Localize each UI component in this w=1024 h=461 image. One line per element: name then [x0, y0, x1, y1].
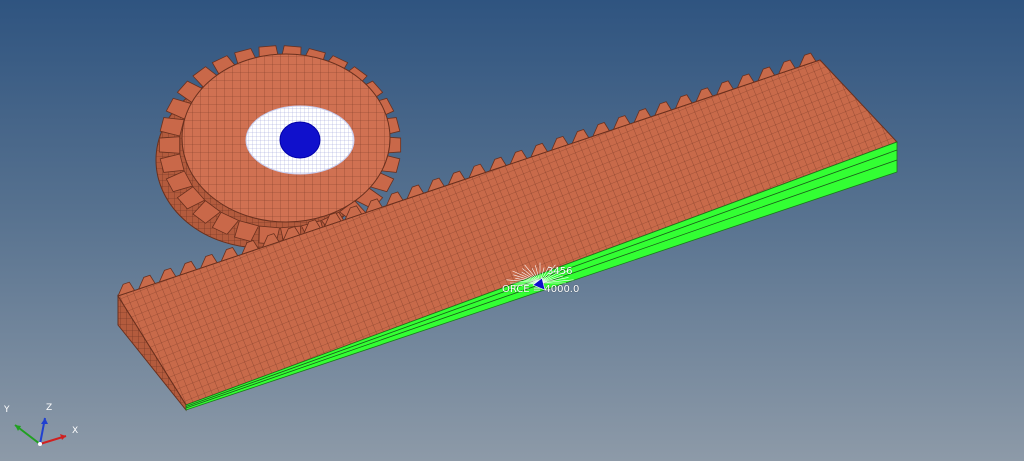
gear-tooth — [158, 136, 181, 154]
axis-triad — [14, 417, 67, 446]
gear-bore-constraint — [279, 121, 321, 159]
triad-y-label: Y — [4, 405, 10, 415]
triad-z-label: Z — [46, 403, 53, 413]
node-id-label: 3456 — [547, 266, 573, 277]
model-canvas[interactable] — [0, 0, 1024, 461]
force-value-label: ORCE = 4000.0 — [502, 284, 580, 295]
graphics-viewport[interactable]: 3456 ORCE = 4000.0 X Y Z — [0, 0, 1024, 461]
triad-x-label: X — [72, 426, 79, 436]
